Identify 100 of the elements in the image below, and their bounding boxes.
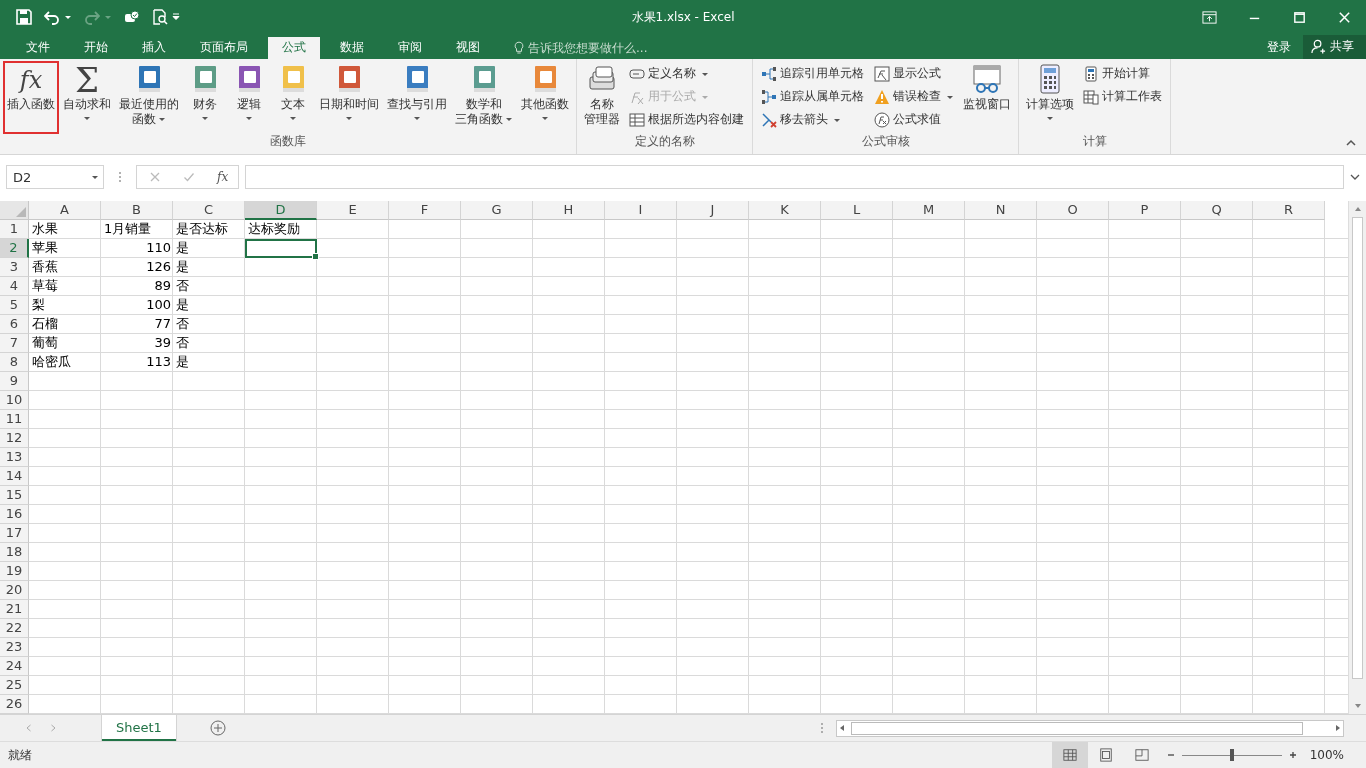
ribbon-button[interactable]: 查找与引用 [384, 61, 450, 134]
row-header[interactable]: 5 [0, 296, 29, 315]
caret-icon[interactable] [64, 13, 72, 22]
ribbon-button[interactable]: 公式求值 [874, 109, 954, 130]
row-header[interactable]: 19 [0, 562, 29, 581]
window-title: 水果1.xlsx - Excel [631, 8, 735, 26]
print-preview-icon[interactable] [152, 9, 168, 26]
horizontal-scrollbar[interactable] [836, 719, 1344, 737]
view-button[interactable] [1051, 742, 1088, 768]
column-header[interactable]: M [893, 201, 965, 220]
row-header[interactable]: 4 [0, 277, 29, 296]
table-cell-text: 110 [145, 239, 172, 257]
row-header[interactable]: 16 [0, 505, 29, 524]
tell-me-field[interactable]: 告诉我您想要做什么... [528, 36, 688, 59]
column-header[interactable]: E [317, 201, 389, 220]
row-header[interactable]: 8 [0, 353, 29, 372]
active-cell[interactable] [245, 239, 317, 258]
ribbon-button[interactable]: 计算工作表 [1083, 86, 1162, 107]
row-header[interactable]: 6 [0, 315, 29, 334]
column-header[interactable]: D [245, 201, 317, 220]
ribbon-tab[interactable]: 插入 [128, 36, 180, 59]
column-header[interactable]: O [1037, 201, 1109, 220]
name-box[interactable]: D2 [6, 165, 104, 190]
ribbon-button[interactable]: 逻辑 [228, 61, 270, 134]
row-header[interactable]: 1 [0, 220, 29, 239]
ribbon-button[interactable]: fx 插入函数 [4, 61, 58, 134]
ribbon-button[interactable]: 根据所选内容创建 [629, 109, 744, 130]
share-button[interactable]: 共享 [1303, 34, 1366, 59]
row-header[interactable]: 7 [0, 334, 29, 353]
column-header[interactable]: C [173, 201, 245, 220]
sheet-tab[interactable]: Sheet1 [102, 715, 176, 741]
ribbon-button[interactable]: 监视窗口 [960, 61, 1014, 134]
ribbon-tab[interactable]: 公式 [268, 36, 320, 59]
column-header[interactable]: F [389, 201, 461, 220]
ribbon-display-icon[interactable] [1202, 9, 1217, 25]
customize-caret-icon[interactable] [172, 13, 180, 22]
column-header[interactable]: N [965, 201, 1037, 220]
add-sheet-icon[interactable] [209, 720, 226, 736]
row-header[interactable]: 2 [0, 239, 29, 258]
ribbon-button[interactable]: 追踪从属单元格 [761, 86, 864, 107]
column-header[interactable]: Q [1181, 201, 1253, 220]
zoom-in-icon[interactable] [1287, 750, 1298, 760]
row-header[interactable]: 26 [0, 695, 29, 714]
column-header[interactable]: I [605, 201, 677, 220]
column-header[interactable]: J [677, 201, 749, 220]
ribbon-button[interactable]: 文本 [272, 61, 314, 134]
row-header[interactable]: 14 [0, 467, 29, 486]
row-header[interactable]: 17 [0, 524, 29, 543]
row-header[interactable]: 25 [0, 676, 29, 695]
ribbon-button[interactable]: 定义名称 [629, 63, 744, 84]
row-header[interactable]: 11 [0, 410, 29, 429]
ribbon-button[interactable]: 错误检查 [874, 86, 954, 107]
ribbon-button[interactable]: 开始计算 [1083, 63, 1162, 84]
row-header[interactable]: 22 [0, 619, 29, 638]
formula-field[interactable] [245, 165, 1344, 190]
row-header[interactable]: 13 [0, 448, 29, 467]
column-header[interactable]: R [1253, 201, 1325, 220]
ribbon-button[interactable]: 其他函数 [518, 61, 572, 134]
row-header[interactable]: 24 [0, 657, 29, 676]
check-icon[interactable] [183, 171, 195, 184]
column-header[interactable]: H [533, 201, 605, 220]
scrollbar-thumb[interactable] [1352, 217, 1363, 679]
ribbon-button[interactable]: 名称 管理器 [581, 61, 623, 134]
ribbon-tab[interactable]: 视图 [442, 36, 494, 59]
ribbon-button[interactable]: 计算选项 [1023, 61, 1077, 134]
ribbon-tab[interactable]: 开始 [70, 36, 122, 59]
ribbon-button[interactable]: 显示公式 [874, 63, 954, 84]
ribbon-button[interactable]: 数学和 三角函数 [452, 61, 516, 134]
ribbon-button[interactable]: 追踪引用单元格 [761, 63, 864, 84]
row-header[interactable]: 3 [0, 258, 29, 277]
undo-icon[interactable] [44, 9, 60, 26]
row-header[interactable]: 18 [0, 543, 29, 562]
column-header[interactable]: B [101, 201, 173, 220]
ribbon-button[interactable]: Σ 自动求和 [60, 61, 114, 134]
ribbon-button[interactable]: 最近使用的 函数 [116, 61, 182, 134]
row-header[interactable]: 15 [0, 486, 29, 505]
ribbon-tab[interactable]: 审阅 [384, 36, 436, 59]
ribbon-tab[interactable]: 文件 [12, 36, 64, 59]
close-icon[interactable] [1337, 9, 1352, 25]
column-header[interactable]: L [821, 201, 893, 220]
maximize-icon[interactable] [1292, 9, 1307, 25]
ribbon-tab[interactable]: 页面布局 [186, 36, 262, 59]
sign-in-link[interactable]: 登录 [1255, 36, 1303, 59]
column-header[interactable]: G [461, 201, 533, 220]
ribbon-button[interactable]: 日期和时间 [316, 61, 382, 134]
column-header[interactable]: K [749, 201, 821, 220]
row-header[interactable]: 21 [0, 600, 29, 619]
row-header[interactable]: 9 [0, 372, 29, 391]
ribbon-tab[interactable]: 数据 [326, 36, 378, 59]
save-icon[interactable] [16, 9, 32, 26]
insert-function-button[interactable]: fx [217, 170, 229, 185]
ribbon-button[interactable]: 财务 [184, 61, 226, 134]
row-header[interactable]: 10 [0, 391, 29, 410]
row-header[interactable]: 20 [0, 581, 29, 600]
ribbon-button[interactable]: 移去箭头 [761, 109, 864, 130]
column-header[interactable]: A [29, 201, 101, 220]
row-header[interactable]: 23 [0, 638, 29, 657]
zoom-slider[interactable] [1181, 748, 1282, 762]
column-header[interactable]: P [1109, 201, 1181, 220]
row-header[interactable]: 12 [0, 429, 29, 448]
